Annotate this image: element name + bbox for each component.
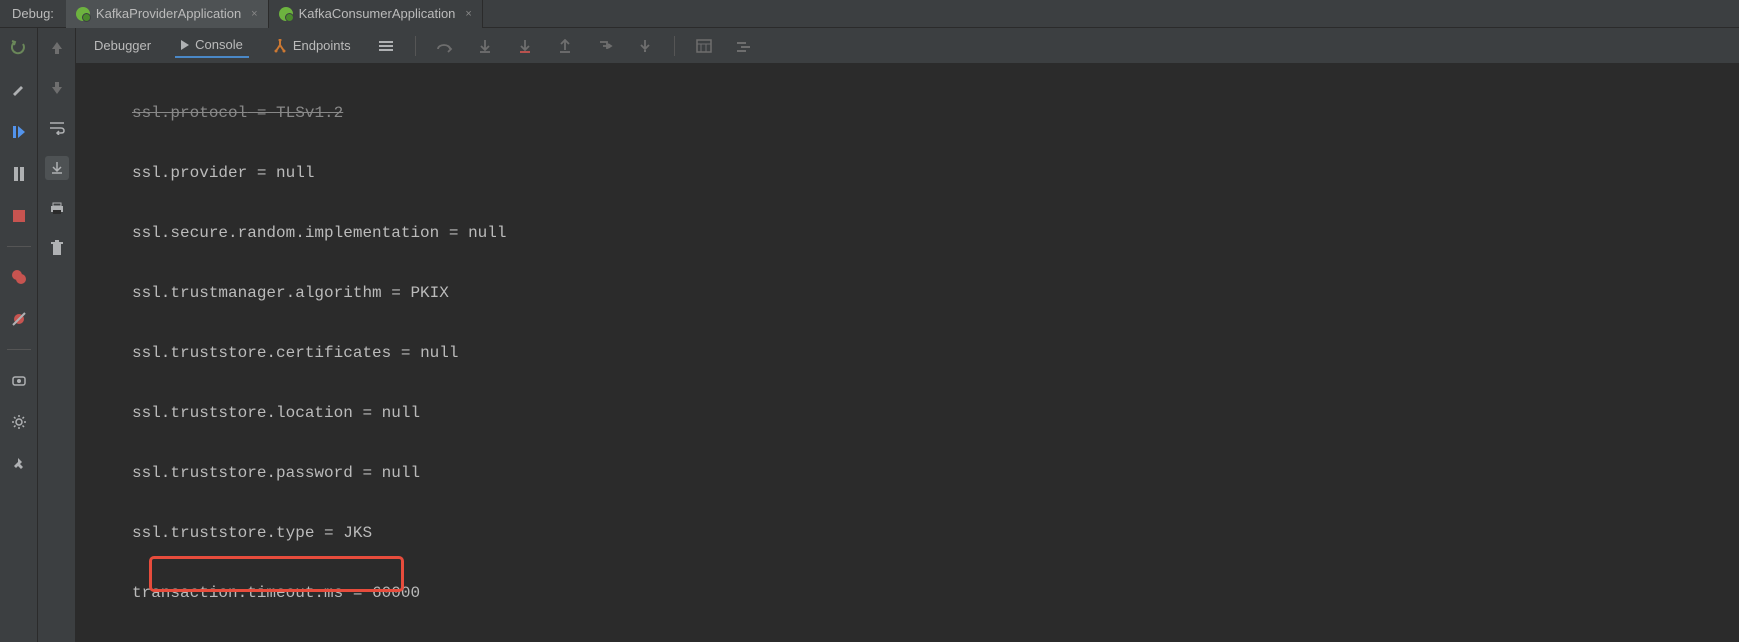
debug-label: Debug:	[0, 6, 66, 21]
separator	[674, 36, 675, 56]
tab-console[interactable]: Console	[175, 33, 249, 58]
threads-view-icon[interactable]	[375, 35, 397, 57]
modify-run-config-button[interactable]	[7, 78, 31, 102]
config-line: ssl.protocol = TLSv1.2	[94, 98, 1739, 128]
settings-button[interactable]	[7, 410, 31, 434]
force-step-into-icon[interactable]	[514, 35, 536, 57]
tab-debugger[interactable]: Debugger	[88, 34, 157, 57]
close-icon[interactable]: ×	[251, 8, 257, 20]
down-stack-button[interactable]	[45, 76, 69, 100]
config-line: ssl.secure.random.implementation = null	[94, 218, 1739, 248]
config-line: transaction.timeout.ms = 60000	[94, 578, 1739, 608]
debug-tab-bar: Debug: KafkaProviderApplication × KafkaC…	[0, 0, 1739, 28]
print-button[interactable]	[45, 196, 69, 220]
step-out-icon[interactable]	[554, 35, 576, 57]
console-icon	[181, 40, 189, 50]
config-line: ssl.truststore.password = null	[94, 458, 1739, 488]
thread-dump-button[interactable]	[7, 368, 31, 392]
step-into-icon[interactable]	[474, 35, 496, 57]
tab-endpoints[interactable]: Endpoints	[267, 34, 357, 57]
debug-sub-toolbar: Debugger Console Endpoints	[76, 28, 1739, 64]
clear-all-button[interactable]	[45, 236, 69, 260]
run-tab-consumer[interactable]: KafkaConsumerApplication ×	[269, 0, 483, 28]
debug-left-toolbar	[0, 28, 38, 642]
spring-boot-icon	[279, 7, 293, 21]
console-tab-label: Console	[195, 37, 243, 52]
run-to-cursor-icon[interactable]	[634, 35, 656, 57]
run-tab-provider[interactable]: KafkaProviderApplication ×	[66, 0, 269, 28]
console-toolbar	[38, 28, 76, 642]
rerun-button[interactable]	[7, 36, 31, 60]
view-breakpoints-button[interactable]	[7, 265, 31, 289]
console-output[interactable]: ssl.protocol = TLSv1.2 ssl.provider = nu…	[76, 64, 1739, 642]
drop-frame-icon[interactable]	[594, 35, 616, 57]
run-tab-label: KafkaProviderApplication	[96, 6, 241, 21]
trace-current-stream-chain-icon[interactable]	[733, 35, 755, 57]
config-line: ssl.provider = null	[94, 158, 1739, 188]
mute-breakpoints-button[interactable]	[7, 307, 31, 331]
close-icon[interactable]: ×	[465, 8, 471, 20]
config-line: ssl.truststore.certificates = null	[94, 338, 1739, 368]
resume-button[interactable]	[7, 120, 31, 144]
config-line: ssl.trustmanager.algorithm = PKIX	[94, 278, 1739, 308]
separator	[415, 36, 416, 56]
config-line: ssl.truststore.location = null	[94, 398, 1739, 428]
separator	[7, 246, 31, 247]
stop-button[interactable]	[7, 204, 31, 228]
endpoints-icon	[273, 39, 287, 53]
pause-button[interactable]	[7, 162, 31, 186]
pin-tab-button[interactable]	[7, 452, 31, 476]
config-line: transactional.id = null	[94, 638, 1739, 642]
step-over-icon[interactable]	[434, 35, 456, 57]
debugger-tab-label: Debugger	[94, 38, 151, 53]
scroll-to-end-button[interactable]	[45, 156, 69, 180]
evaluate-expression-icon[interactable]	[693, 35, 715, 57]
run-tab-label: KafkaConsumerApplication	[299, 6, 456, 21]
endpoints-tab-label: Endpoints	[293, 38, 351, 53]
soft-wrap-button[interactable]	[45, 116, 69, 140]
separator	[7, 349, 31, 350]
config-line: ssl.truststore.type = JKS	[94, 518, 1739, 548]
spring-boot-icon	[76, 7, 90, 21]
up-stack-button[interactable]	[45, 36, 69, 60]
